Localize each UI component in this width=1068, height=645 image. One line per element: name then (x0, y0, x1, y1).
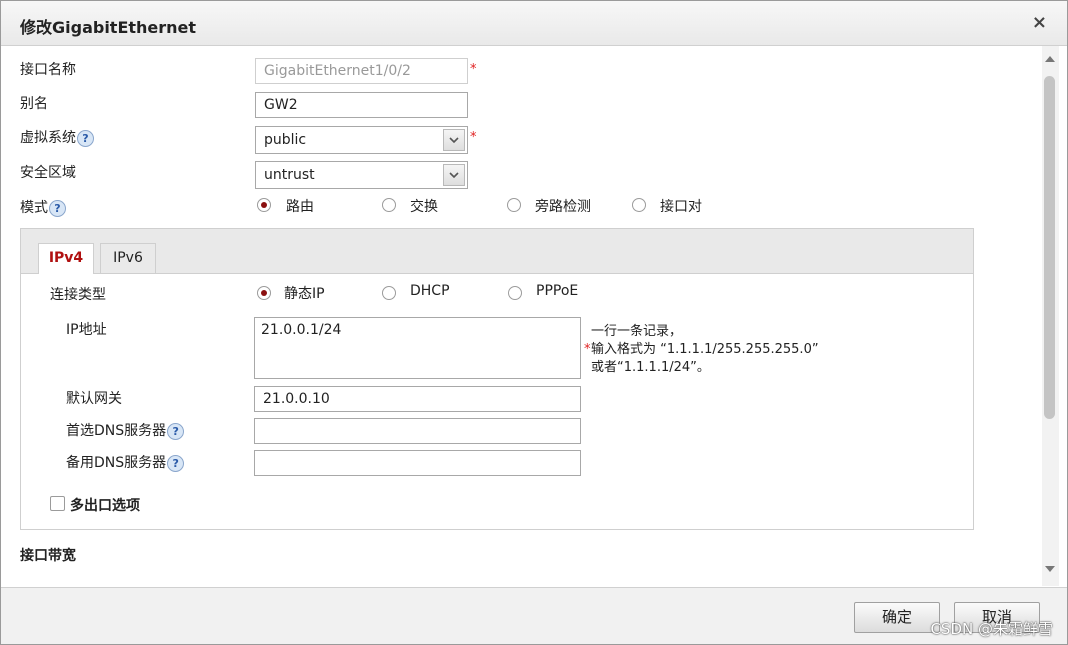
scroll-up-icon[interactable] (1045, 56, 1055, 62)
scroll-down-icon[interactable] (1045, 566, 1055, 572)
tab-ipv4[interactable]: IPv4 (38, 243, 94, 274)
dialog-titlebar: 修改GigabitEthernet × (1, 1, 1067, 46)
connection-option-dhcp[interactable]: DHCP (410, 283, 450, 299)
alias-input[interactable]: GW2 (255, 92, 468, 118)
mode-radio-bypass[interactable] (507, 198, 521, 212)
help-icon[interactable]: ? (77, 129, 94, 147)
backup-dns-input[interactable] (254, 450, 581, 476)
ip-hint-line2: 输入格式为 “1.1.1.1/255.255.255.0” (591, 342, 819, 357)
ip-hint-line1: 一行一条记录， (591, 324, 683, 339)
connection-type-label: 连接类型 (50, 287, 106, 303)
chevron-down-icon[interactable] (443, 164, 465, 186)
interface-name-label: 接口名称 (20, 62, 76, 78)
security-zone-value: untrust (264, 167, 315, 183)
mode-option-bypass[interactable]: 旁路检测 (535, 196, 591, 216)
backup-dns-label: 备用DNS服务器? (66, 452, 185, 472)
bandwidth-section-title: 接口带宽 (20, 548, 76, 564)
ip-hint-star: * (584, 342, 591, 357)
connection-option-static[interactable]: 静态IP (284, 283, 325, 303)
mode-option-interface-pair[interactable]: 接口对 (660, 196, 702, 216)
mode-radio-switch[interactable] (382, 198, 396, 212)
dialog-title: 修改GigabitEthernet (20, 18, 197, 37)
tab-ipv6[interactable]: IPv6 (100, 243, 156, 273)
interface-name-field: GigabitEthernet1/0/2 (255, 58, 468, 84)
required-marker: * (470, 62, 477, 77)
help-icon[interactable]: ? (167, 454, 185, 472)
virtual-system-label-text: 虚拟系统 (20, 130, 76, 146)
default-gateway-label: 默认网关 (66, 391, 122, 407)
dialog-content: 接口名称 GigabitEthernet1/0/2 * 别名 GW2 虚拟系统?… (1, 46, 1041, 586)
help-icon[interactable]: ? (167, 422, 185, 440)
preferred-dns-input[interactable] (254, 418, 581, 444)
ip-hint-line3: 或者“1.1.1.1/24”。 (591, 360, 710, 375)
ip-address-textarea[interactable]: 21.0.0.1/24 (254, 317, 581, 379)
connection-option-pppoe[interactable]: PPPoE (536, 283, 578, 299)
security-zone-label: 安全区域 (20, 165, 76, 181)
preferred-dns-label: 首选DNS服务器? (66, 420, 185, 440)
connection-radio-dhcp[interactable] (382, 286, 396, 300)
mode-radio-route[interactable] (257, 198, 271, 212)
mode-option-route[interactable]: 路由 (286, 196, 314, 216)
close-icon[interactable]: × (1032, 13, 1047, 33)
chevron-down-icon[interactable] (443, 129, 465, 151)
default-gateway-input[interactable]: 21.0.0.10 (254, 386, 581, 412)
watermark: CSDN @朱霜鲜雪 (930, 620, 1053, 638)
edit-interface-dialog: 修改GigabitEthernet × 接口名称 GigabitEthernet… (0, 0, 1068, 645)
preferred-dns-label-text: 首选DNS服务器 (66, 423, 167, 439)
security-zone-select[interactable]: untrust (255, 161, 468, 189)
ok-button[interactable]: 确定 (854, 602, 940, 633)
mode-label-text: 模式 (20, 200, 48, 216)
connection-radio-static[interactable] (257, 286, 271, 300)
virtual-system-select[interactable]: public (255, 126, 468, 154)
scrollbar-thumb[interactable] (1044, 76, 1055, 419)
virtual-system-label: 虚拟系统? (20, 127, 94, 147)
ip-address-label: IP地址 (66, 322, 107, 338)
virtual-system-value: public (264, 132, 307, 148)
backup-dns-label-text: 备用DNS服务器 (66, 455, 167, 471)
vertical-scrollbar[interactable] (1042, 46, 1059, 586)
mode-label: 模式? (20, 197, 66, 217)
tab-strip: IPv4 IPv6 (21, 229, 973, 274)
ip-settings-panel: IPv4 IPv6 连接类型 静态IP DHCP PPPoE IP地址 21.0… (20, 228, 974, 530)
dialog-footer: 确定 取消 CSDN @朱霜鲜雪 (1, 587, 1067, 644)
required-marker: * (470, 130, 477, 145)
connection-radio-pppoe[interactable] (508, 286, 522, 300)
help-icon[interactable]: ? (49, 199, 66, 217)
multi-egress-label[interactable]: 多出口选项 (70, 495, 140, 515)
alias-label: 别名 (20, 96, 48, 112)
mode-option-switch[interactable]: 交换 (410, 196, 438, 216)
multi-egress-checkbox[interactable] (50, 496, 65, 511)
mode-radio-interface-pair[interactable] (632, 198, 646, 212)
